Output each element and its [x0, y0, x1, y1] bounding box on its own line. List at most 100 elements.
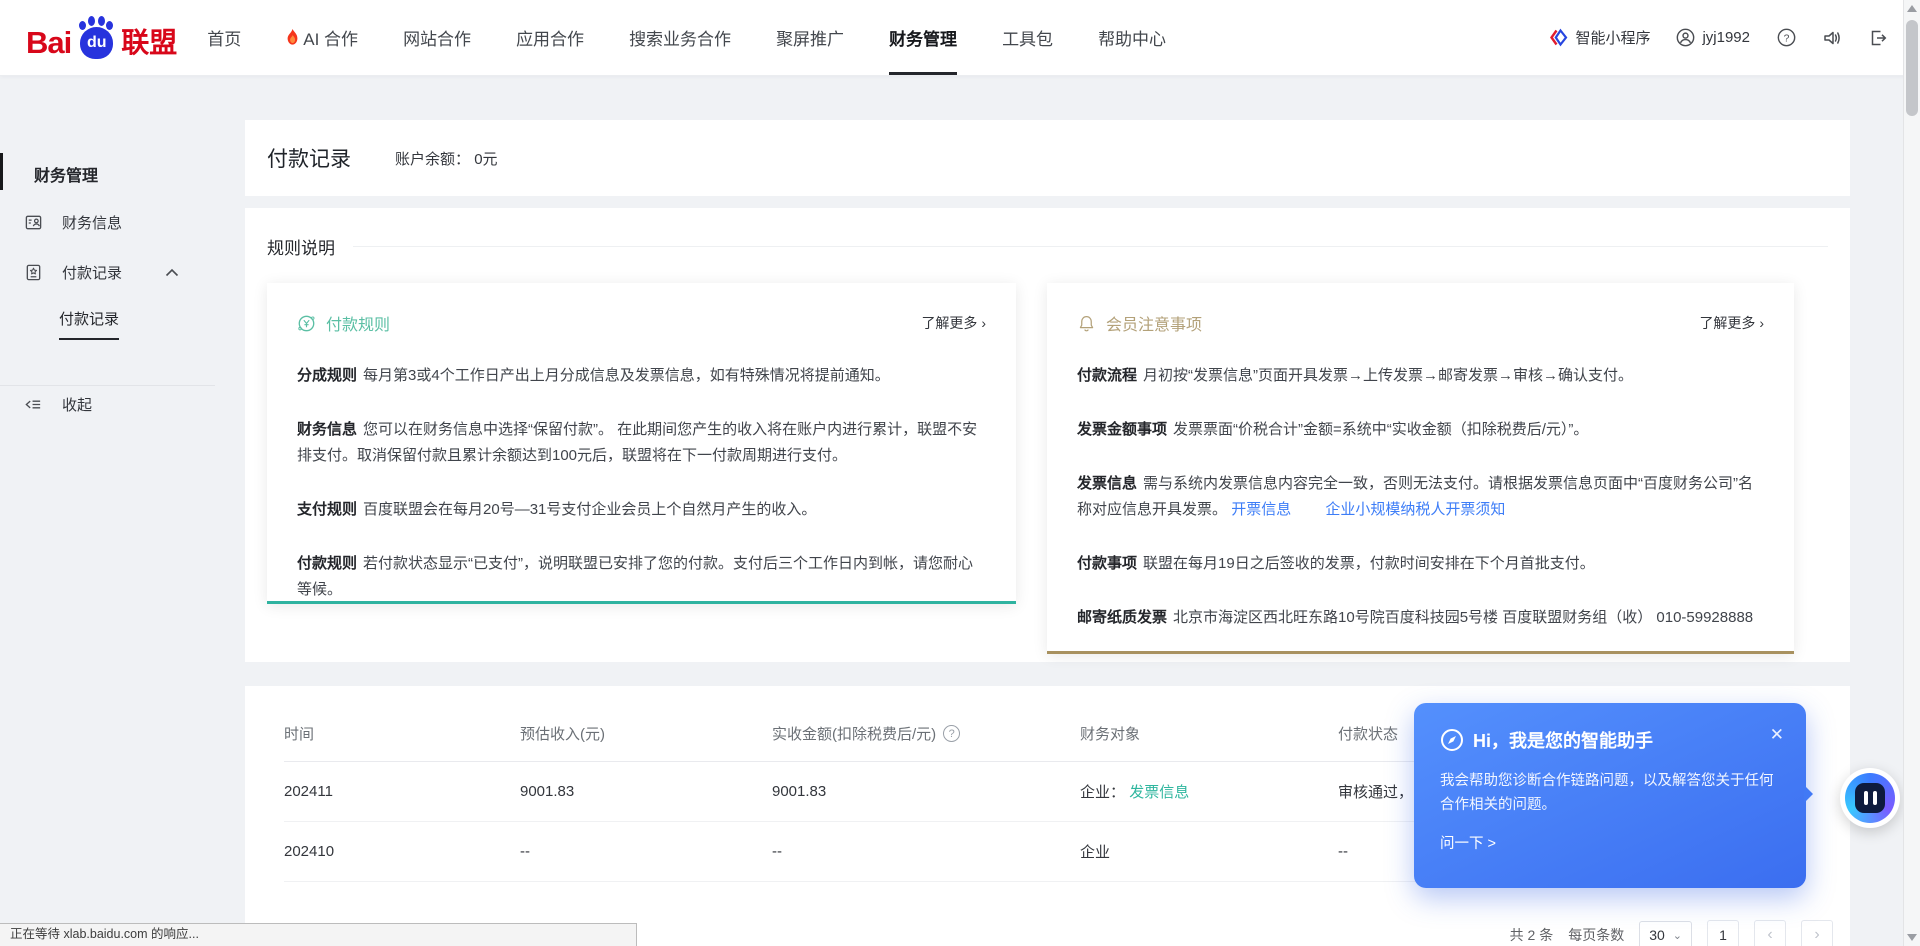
rule-paragraph: 邮寄纸质发票北京市海淀区西北旺东路10号院百度科技园5号楼 百度联盟财务组（收）… — [1077, 605, 1764, 631]
logo-text-bai: Bai — [26, 25, 71, 61]
nav-item-toolkit[interactable]: 工具包 — [1002, 0, 1053, 75]
rules-section-title: 规则说明 — [267, 234, 335, 259]
page-size-label: 每页条数 — [1568, 925, 1624, 945]
chevron-up-icon[interactable] — [165, 268, 179, 277]
nav-item-search-coop[interactable]: 搜索业务合作 — [629, 0, 731, 75]
sidebar: 财务管理 财务信息 付款记录 付款记录 收起 — [0, 76, 245, 946]
nav-menu: 首页 AI 合作 网站合作 应用合作 搜索业务合作 聚屏推广 财务管理 工具包 … — [207, 0, 1166, 75]
user-icon — [1676, 28, 1695, 47]
bell-icon — [1077, 314, 1096, 333]
payment-rules-card: 付款规则 了解更多 › 分成规则每月第3或4个工作日产出上月分成信息及发票信息，… — [267, 283, 1016, 604]
member-notes-card: 会员注意事项 了解更多 › 付款流程月初按“发票信息”页面开具发票→上传发票→邮… — [1047, 283, 1794, 654]
sidebar-item-finance-info[interactable]: 财务信息 — [0, 212, 245, 233]
browser-scrollbar[interactable] — [1903, 0, 1920, 946]
sidebar-item-label: 财务信息 — [62, 212, 122, 233]
total-count: 共 2 条 — [1510, 925, 1554, 945]
coin-yuan-icon — [297, 314, 316, 333]
balance-label: 账户余额： — [395, 151, 470, 168]
invoice-info-link[interactable]: 开票信息 — [1231, 501, 1291, 518]
logout-button[interactable] — [1868, 28, 1888, 48]
cell-actual: 9001.83 — [772, 783, 1080, 800]
logo-text-union: 联盟 — [121, 21, 177, 61]
mini-program-entry[interactable]: 智能小程序 — [1549, 27, 1650, 48]
cell-actual: -- — [772, 843, 1080, 860]
rules-panel: 规则说明 付款规则 了解更多 › 分成规则每月第3或4个工作日产出上月分成信息及… — [245, 208, 1850, 662]
question-icon: ? — [1777, 28, 1796, 47]
cell-estimated: -- — [520, 843, 772, 860]
speaker-icon — [1822, 28, 1842, 48]
scrollbar-thumb[interactable] — [1906, 20, 1918, 116]
top-navigation: Bai du 联盟 首页 AI 合作 网站合作 应用合作 搜索业务合作 聚屏推广… — [0, 0, 1920, 76]
robot-ring — [1845, 773, 1895, 823]
page-title: 付款记录 — [267, 143, 351, 173]
card-title-member-notes: 会员注意事项 — [1106, 311, 1202, 335]
chevron-right-icon: › — [1759, 315, 1764, 331]
sidebar-subitem-payment-records-active[interactable]: 付款记录 — [59, 308, 119, 340]
next-page-button[interactable]: › — [1801, 920, 1833, 946]
nav-item-finance[interactable]: 财务管理 — [889, 0, 957, 75]
assistant-robot-button[interactable] — [1840, 768, 1900, 828]
col-header-finance-target: 财务对象 — [1080, 723, 1338, 744]
page-header-panel: 付款记录 账户余额： 0元 — [245, 120, 1850, 196]
rule-paragraph: 分成规则每月第3或4个工作日产出上月分成信息及发票信息，如有特殊情况将提前通知。 — [297, 363, 986, 389]
flame-icon — [286, 29, 299, 46]
baidu-union-logo[interactable]: Bai du 联盟 — [26, 15, 177, 61]
rule-paragraph: 付款规则若付款状态显示“已支付”，说明联盟已安排了您的付款。支付后三个工作日内到… — [297, 551, 986, 603]
rule-paragraph: 付款事项联盟在每月19日之后签收的发票，付款时间安排在下个月首批支付。 — [1077, 551, 1764, 577]
chevron-right-icon: › — [981, 315, 986, 331]
logout-icon — [1868, 28, 1888, 48]
rule-paragraph: 财务信息您可以在财务信息中选择“保留付款”。 在此期间您产生的收入将在账户内进行… — [297, 417, 986, 469]
user-account[interactable]: jyj1992 — [1676, 28, 1750, 47]
nav-item-ai-coop[interactable]: AI 合作 — [286, 0, 358, 75]
compass-icon — [1440, 728, 1464, 752]
small-taxpayer-guide-link[interactable]: 企业小规模纳税人开票须知 — [1325, 501, 1505, 518]
col-header-estimated-income: 预估收入(元) — [520, 723, 772, 744]
sidebar-item-payment-records[interactable]: 付款记录 — [0, 262, 245, 283]
rule-paragraph: 发票金额事项发票票面“价税合计”金额=系统中“实收金额（扣除税费后/元）”。 — [1077, 417, 1764, 443]
cell-finance-target: 企业： 发票信息 — [1080, 781, 1338, 802]
rules-section-header: 规则说明 — [267, 234, 1828, 259]
cell-estimated: 9001.83 — [520, 783, 772, 800]
collapse-label: 收起 — [62, 394, 92, 415]
account-balance: 账户余额： 0元 — [395, 148, 498, 169]
sidebar-divider — [0, 385, 215, 386]
logo-text-du: du — [80, 27, 113, 59]
cell-time: 202411 — [284, 783, 520, 800]
col-header-actual-amount: 实收金额(扣除税费后/元) ? — [772, 723, 1080, 744]
page-number-1[interactable]: 1 — [1707, 920, 1739, 946]
invoice-detail-link[interactable]: 发票信息 — [1129, 784, 1189, 801]
nav-item-help-center[interactable]: 帮助中心 — [1098, 0, 1166, 75]
sidebar-section-finance-management[interactable]: 财务管理 — [0, 162, 98, 186]
page-size-select[interactable]: 30 ⌄ — [1639, 921, 1692, 946]
rule-paragraph: 支付规则百度联盟会在每月20号—31号支付企业会员上个自然月产生的收入。 — [297, 497, 986, 523]
cell-finance-target: 企业 — [1080, 841, 1338, 862]
smart-assistant-popup: Hi，我是您的智能助手 ✕ 我会帮助您诊断合作链路问题，以及解答您关于任何合作相… — [1414, 703, 1806, 888]
announcement-button[interactable] — [1822, 28, 1842, 48]
robot-face-icon — [1855, 783, 1885, 813]
mini-program-icon — [1549, 28, 1568, 47]
scroll-down-arrow-icon[interactable] — [1907, 934, 1917, 941]
scroll-up-arrow-icon[interactable] — [1907, 5, 1917, 12]
help-button[interactable]: ? — [1776, 28, 1796, 48]
svg-text:?: ? — [1783, 33, 1789, 44]
prev-page-button[interactable]: ‹ — [1754, 920, 1786, 946]
help-icon[interactable]: ? — [943, 725, 960, 742]
cell-time: 202410 — [284, 843, 520, 860]
assistant-title: Hi，我是您的智能助手 — [1473, 727, 1653, 753]
browser-status-bar: 正在等待 xlab.baidu.com 的响应... — [0, 923, 637, 946]
nav-item-home[interactable]: 首页 — [207, 0, 241, 75]
sidebar-collapse-button[interactable]: 收起 — [0, 394, 92, 415]
learn-more-link-payment-rules[interactable]: 了解更多 › — [921, 313, 986, 333]
nav-item-juping[interactable]: 聚屏推广 — [776, 0, 844, 75]
nav-item-app-coop[interactable]: 应用合作 — [516, 0, 584, 75]
assistant-message: 我会帮助您诊断合作链路问题，以及解答您关于任何合作相关的问题。 — [1440, 769, 1780, 817]
assistant-ask-link[interactable]: 问一下 > — [1440, 832, 1780, 853]
payment-record-icon — [24, 263, 43, 282]
close-icon[interactable]: ✕ — [1770, 725, 1784, 745]
learn-more-link-member-notes[interactable]: 了解更多 › — [1699, 313, 1764, 333]
card-title-payment-rules: 付款规则 — [326, 311, 390, 335]
rule-paragraph: 发票信息需与系统内发票信息内容完全一致，否则无法支付。请根据发票信息页面中“百度… — [1077, 471, 1764, 523]
pagination: 共 2 条 每页条数 30 ⌄ 1 ‹ › — [1510, 920, 1833, 946]
rule-paragraph: 付款流程月初按“发票信息”页面开具发票→上传发票→邮寄发票→审核→确认支付。 — [1077, 363, 1764, 389]
nav-item-website-coop[interactable]: 网站合作 — [403, 0, 471, 75]
